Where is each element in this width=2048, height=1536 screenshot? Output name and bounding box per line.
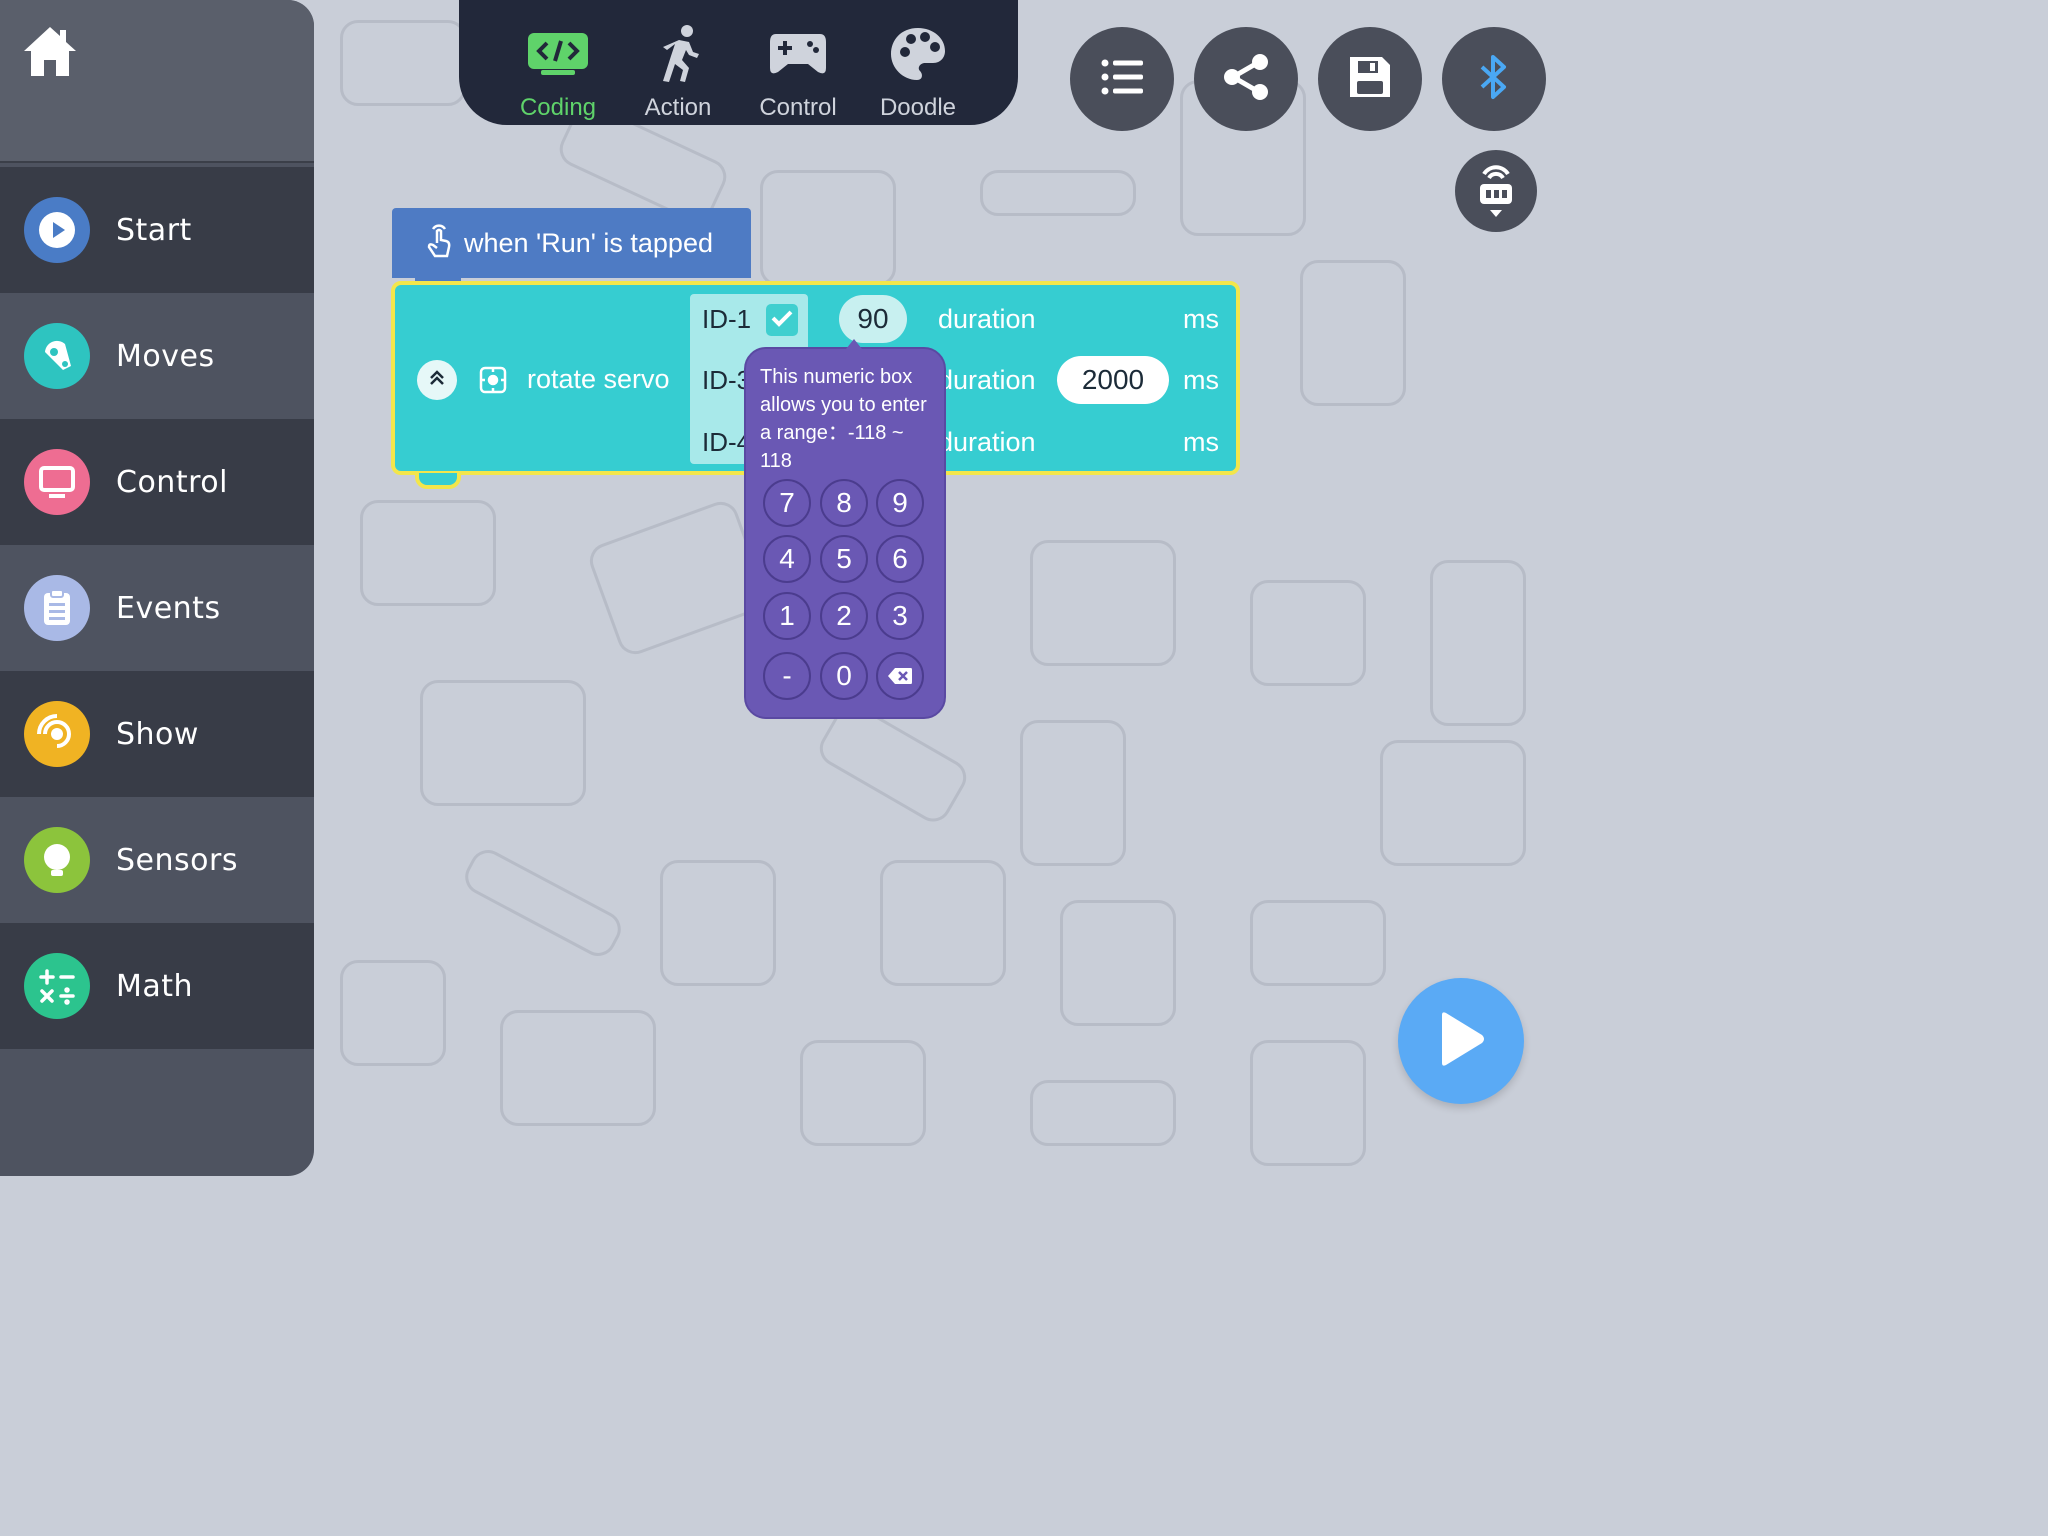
check-icon — [771, 309, 793, 331]
tab-coding[interactable]: Coding — [498, 24, 618, 124]
sidebar-item-label: Moves — [116, 338, 215, 374]
sidebar-item-events[interactable]: Events — [0, 545, 314, 671]
play-icon — [24, 197, 90, 263]
popup-pointer — [846, 339, 862, 349]
tab-doodle[interactable]: Doodle — [858, 24, 978, 124]
remote-connect-button[interactable] — [1455, 150, 1537, 232]
key-9[interactable]: 9 — [876, 479, 924, 527]
collapse-button[interactable] — [417, 360, 457, 400]
home-icon[interactable] — [22, 24, 82, 82]
sidebar-item-label: Events — [116, 590, 221, 626]
tab-control[interactable]: Control — [738, 24, 858, 124]
code-icon — [498, 24, 618, 84]
running-person-icon — [618, 24, 738, 84]
sidebar-item-label: Math — [116, 968, 194, 1004]
servo-id-label[interactable]: ID-1 — [702, 304, 751, 335]
clipboard-icon — [24, 575, 90, 641]
key-6[interactable]: 6 — [876, 535, 924, 583]
duration-input[interactable]: 2000 — [1057, 356, 1169, 404]
math-icon — [24, 953, 90, 1019]
tab-label: Doodle — [879, 94, 957, 121]
bluetooth-icon — [1479, 54, 1509, 104]
unit-label: ms — [1183, 365, 1219, 395]
key-minus[interactable]: - — [763, 652, 811, 700]
unit-label: ms — [1183, 304, 1219, 334]
tap-hand-icon — [426, 223, 452, 263]
duration-label: duration — [938, 427, 1036, 457]
share-button[interactable] — [1194, 27, 1298, 131]
play-icon — [1436, 1011, 1486, 1071]
bulb-icon — [24, 827, 90, 893]
sidebar-item-show[interactable]: Show — [0, 671, 314, 797]
key-8[interactable]: 8 — [820, 479, 868, 527]
keypad-hint: This numeric box allows you to enter a r… — [760, 366, 927, 472]
servo-block-label: rotate servo — [527, 364, 670, 394]
bluetooth-button[interactable] — [1442, 27, 1546, 131]
servo-id-checkbox[interactable] — [766, 304, 798, 336]
tab-label: Action — [644, 94, 712, 121]
angle-input[interactable]: 90 — [839, 295, 907, 343]
when-run-tapped-block[interactable]: when 'Run' is tapped — [392, 208, 751, 278]
tab-label: Control — [759, 94, 837, 121]
duration-label: duration — [938, 365, 1036, 395]
servo-icon — [24, 323, 90, 389]
unit-label: ms — [1183, 427, 1219, 457]
save-button[interactable] — [1318, 27, 1422, 131]
sidebar-item-label: Show — [116, 716, 199, 752]
sidebar-item-label: Control — [116, 464, 228, 500]
tab-action[interactable]: Action — [618, 24, 738, 124]
sidebar-item-label: Start — [116, 212, 192, 248]
save-icon — [1348, 55, 1392, 103]
run-button[interactable] — [1398, 978, 1524, 1104]
sidebar-item-moves[interactable]: Moves — [0, 293, 314, 419]
category-sidebar: Start Moves Control Events Show Sensors — [0, 0, 314, 1176]
sidebar-item-label: Sensors — [116, 842, 238, 878]
key-5[interactable]: 5 — [820, 535, 868, 583]
monitor-icon — [24, 449, 90, 515]
key-3[interactable]: 3 — [876, 592, 924, 640]
sidebar-item-start[interactable]: Start — [0, 167, 314, 293]
list-icon — [1101, 59, 1143, 99]
tab-label: Coding — [519, 94, 597, 121]
backspace-key[interactable] — [876, 652, 924, 700]
gamepad-icon — [738, 24, 858, 84]
share-icon — [1221, 52, 1271, 106]
backspace-icon — [887, 660, 913, 692]
sidebar-item-sensors[interactable]: Sensors — [0, 797, 314, 923]
sidebar-item-math[interactable]: Math — [0, 923, 314, 1049]
home-area — [0, 0, 314, 163]
key-0[interactable]: 0 — [820, 652, 868, 700]
sidebar-item-control[interactable]: Control — [0, 419, 314, 545]
key-4[interactable]: 4 — [763, 535, 811, 583]
block-connector — [415, 473, 461, 489]
duration-label: duration — [938, 304, 1036, 334]
key-2[interactable]: 2 — [820, 592, 868, 640]
remote-lock-icon — [1474, 160, 1518, 222]
mode-tab-bar: Coding Action Control Doodle — [459, 0, 1018, 125]
target-icon — [24, 701, 90, 767]
menu-button[interactable] — [1070, 27, 1174, 131]
chevron-up-icon — [427, 368, 447, 392]
servo-motor-icon — [478, 365, 508, 399]
key-7[interactable]: 7 — [763, 479, 811, 527]
palette-icon — [858, 24, 978, 84]
numeric-keypad-popup: This numeric box allows you to enter a r… — [744, 339, 946, 719]
hat-block-label: when 'Run' is tapped — [464, 227, 713, 258]
key-1[interactable]: 1 — [763, 592, 811, 640]
